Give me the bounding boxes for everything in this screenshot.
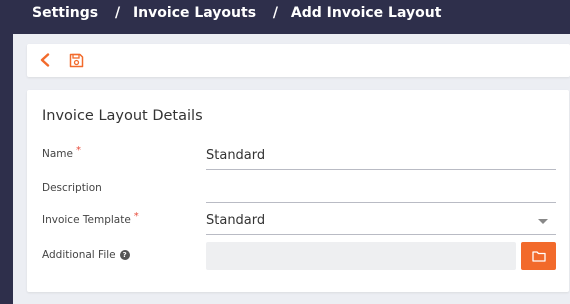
breadcrumb: Settings / Invoice Layouts / Add Invoice… — [32, 5, 441, 21]
breadcrumb-separator: / — [114, 5, 121, 21]
invoice-template-select[interactable]: Standard — [206, 206, 556, 235]
breadcrumb-item-invoice-layouts[interactable]: Invoice Layouts — [133, 5, 256, 21]
invoice-template-label: Invoice Template * — [42, 211, 139, 226]
toolbar — [27, 44, 570, 77]
browse-file-button[interactable] — [521, 242, 556, 270]
top-bar: Settings / Invoice Layouts / Add Invoice… — [0, 0, 570, 34]
description-field[interactable] — [206, 174, 556, 203]
description-label: Description — [42, 182, 102, 194]
chevron-down-icon — [538, 219, 548, 224]
chevron-left-icon — [40, 53, 50, 67]
required-indicator: * — [133, 211, 139, 222]
breadcrumb-item-add-invoice-layout: Add Invoice Layout — [290, 5, 442, 21]
card-title: Invoice Layout Details — [42, 108, 203, 124]
invoice-template-value: Standard — [206, 213, 266, 228]
floppy-disk-icon — [69, 53, 83, 67]
save-button[interactable] — [68, 52, 84, 68]
question-circle-icon[interactable]: ? — [119, 250, 130, 260]
name-value: Standard — [206, 148, 266, 163]
name-label: Name * — [42, 145, 81, 160]
invoice-layout-details-card: Invoice Layout Details Name * Standard De… — [27, 90, 569, 292]
main-content: Invoice Layout Details Name * Standard De… — [13, 34, 570, 304]
additional-file-label: Additional File? — [42, 249, 130, 261]
required-indicator: * — [75, 145, 81, 156]
additional-file-input[interactable] — [206, 242, 516, 270]
breadcrumb-separator: / — [272, 5, 279, 21]
back-button[interactable] — [37, 52, 53, 68]
name-field[interactable]: Standard — [206, 140, 556, 170]
folder-icon — [531, 251, 546, 262]
breadcrumb-item-settings[interactable]: Settings — [32, 5, 98, 21]
